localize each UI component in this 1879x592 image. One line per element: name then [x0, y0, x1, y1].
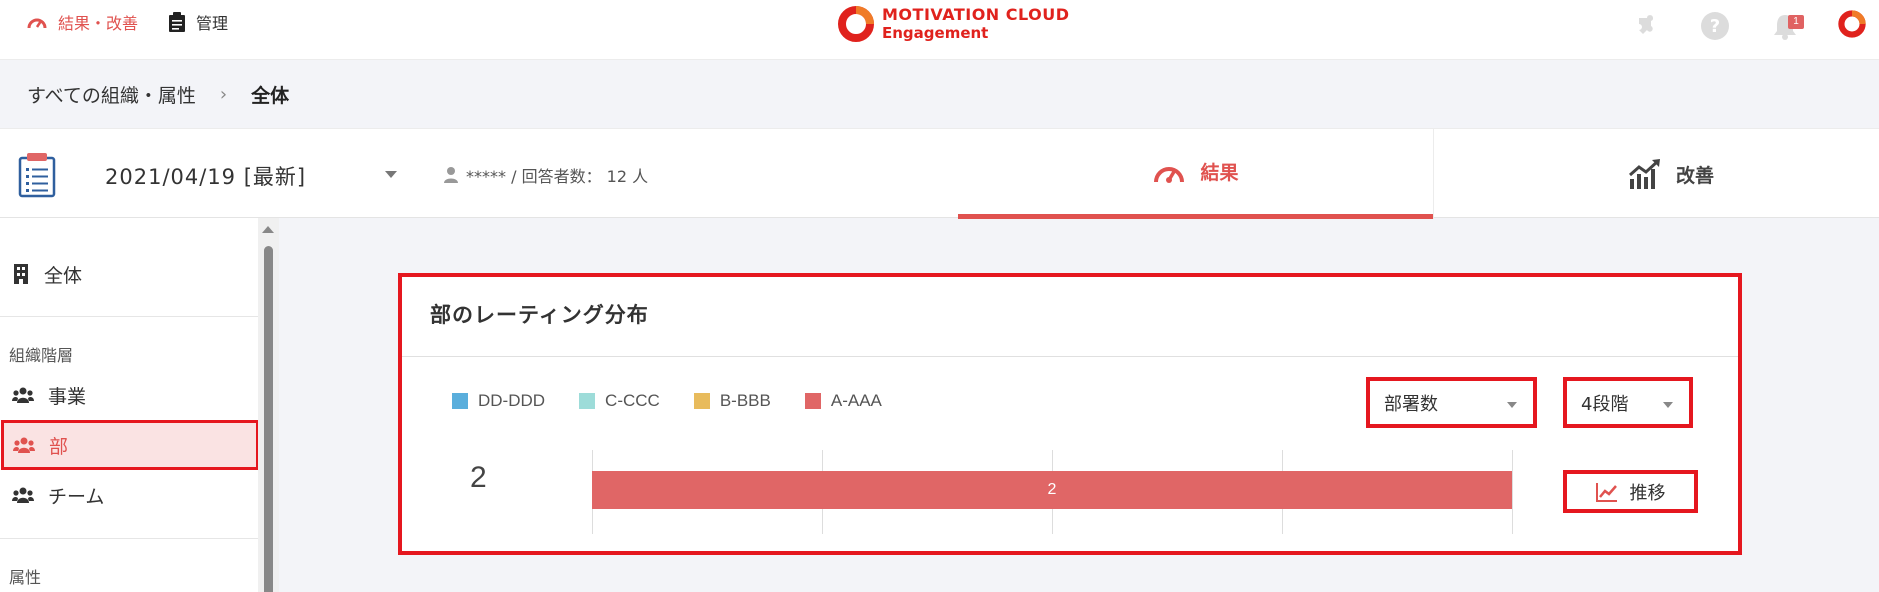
scroll-up-icon[interactable]: [262, 226, 274, 233]
sidebar-divider: [0, 316, 258, 317]
legend-item: DD-DDD: [452, 391, 545, 411]
nav-admin[interactable]: 管理: [168, 10, 228, 34]
count-type-select[interactable]: 部署数: [1366, 377, 1537, 428]
gauge-icon: [27, 18, 47, 29]
notification-badge: 1: [1788, 15, 1804, 29]
distribution-chart: 2: [592, 450, 1513, 534]
survey-date-select[interactable]: 2021/04/19 [最新]: [105, 161, 306, 191]
sidebar-item-label: 事業: [48, 385, 87, 408]
line-chart-icon: [1595, 482, 1617, 502]
sidebar-item-business[interactable]: 事業: [0, 370, 258, 420]
legend-item: C-CCC: [579, 391, 660, 411]
card-title: 部のレーティング分布: [430, 303, 649, 327]
respondent-label: ***** / 回答者数： 12 人: [466, 167, 649, 186]
bell-icon[interactable]: 1: [1770, 11, 1804, 41]
user-profile-icon[interactable]: [1837, 9, 1867, 39]
legend-item: B-BBB: [693, 391, 771, 411]
puzzle-icon[interactable]: [1632, 11, 1662, 41]
sidebar-item-label: チーム: [48, 485, 105, 508]
top-header: 結果・改善 管理 MOTIVATION CLOUD Engagement ? 1: [0, 0, 1879, 60]
tab-improve[interactable]: 改善: [1433, 129, 1879, 219]
chart-gridline: [1512, 450, 1513, 534]
legend-label: A-AAA: [830, 391, 882, 410]
sidebar-divider: [0, 538, 258, 539]
users-icon: [13, 437, 35, 453]
chevron-down-icon: [1507, 402, 1517, 408]
gauge-icon: [1154, 166, 1185, 183]
breadcrumb-current: 全体: [251, 84, 290, 107]
nav-results-improve[interactable]: 結果・改善: [26, 10, 138, 34]
tab-results[interactable]: 結果: [958, 129, 1433, 219]
levels-value: 4段階: [1581, 393, 1629, 415]
survey-bar: 2021/04/19 [最新] ***** / 回答者数： 12 人 結果 改善: [0, 128, 1879, 219]
chart-legend: DD-DDD C-CCC B-BBB A-AAA: [452, 391, 882, 411]
sidebar-item-department[interactable]: 部: [1, 420, 259, 470]
users-icon: [12, 387, 34, 403]
sidebar-item-label: 全体: [44, 264, 83, 287]
distribution-bar-a-aaa[interactable]: 2: [592, 471, 1512, 509]
rating-distribution-card: 部のレーティング分布 DD-DDD C-CCC B-BBB A-AAA 部署数 …: [398, 273, 1742, 555]
breadcrumb: すべての組織・属性 › 全体: [0, 60, 1879, 128]
respondent-info: ***** / 回答者数： 12 人: [444, 163, 648, 187]
row-count-label: 2: [470, 461, 487, 494]
legend-swatch: [452, 393, 468, 409]
count-type-value: 部署数: [1384, 393, 1438, 415]
breadcrumb-separator: ›: [219, 83, 228, 105]
logo-subtitle: Engagement: [882, 24, 989, 42]
legend-label: C-CCC: [605, 391, 660, 410]
scroll-thumb[interactable]: [264, 246, 273, 592]
levels-select[interactable]: 4段階: [1563, 377, 1693, 428]
trend-chart-icon: [1628, 159, 1660, 189]
trend-button[interactable]: 推移: [1563, 470, 1698, 513]
logo-title: MOTIVATION CLOUD: [882, 5, 1070, 24]
app-logo[interactable]: MOTIVATION CLOUD Engagement: [836, 4, 1070, 44]
sidebar-item-label: 部: [49, 435, 69, 458]
clipboard-icon: [169, 12, 185, 32]
chevron-down-icon[interactable]: [385, 171, 397, 178]
sidebar-heading-org: 組織階層: [9, 346, 74, 365]
tab-results-label: 結果: [1200, 162, 1239, 184]
nav-admin-label: 管理: [196, 14, 229, 33]
sidebar-heading-attr: 属性: [9, 568, 42, 587]
person-icon: [444, 167, 458, 183]
survey-document-icon: [17, 152, 57, 202]
nav-results-label: 結果・改善: [58, 14, 139, 33]
legend-swatch: [579, 393, 596, 409]
legend-label: DD-DDD: [478, 391, 546, 410]
chevron-down-icon: [1663, 402, 1673, 408]
legend-label: B-BBB: [719, 391, 771, 410]
breadcrumb-root[interactable]: すべての組織・属性: [27, 81, 196, 108]
logo-ring-icon: [838, 6, 874, 42]
legend-swatch: [804, 393, 821, 409]
building-icon: [14, 264, 28, 284]
sidebar-item-all[interactable]: 全体: [0, 249, 258, 299]
legend-swatch: [693, 393, 710, 409]
legend-item: A-AAA: [804, 391, 882, 411]
sidebar-scrollbar[interactable]: [258, 218, 279, 592]
svg-text:?: ?: [1710, 16, 1720, 37]
tab-improve-label: 改善: [1675, 164, 1714, 187]
card-divider: [402, 356, 1738, 357]
users-icon: [12, 487, 34, 503]
trend-button-label: 推移: [1629, 482, 1666, 504]
sidebar: 全体 組織階層 事業 部 チーム 属性: [0, 218, 259, 592]
help-icon[interactable]: ?: [1700, 11, 1730, 41]
sidebar-item-team[interactable]: チーム: [0, 470, 258, 520]
